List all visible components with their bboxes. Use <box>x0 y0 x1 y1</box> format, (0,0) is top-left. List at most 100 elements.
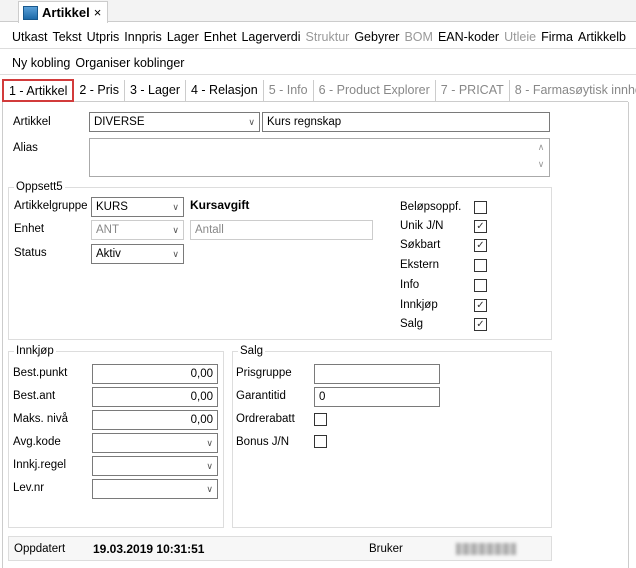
scroll-up-icon[interactable]: ∧ <box>533 139 549 156</box>
tab-3[interactable]: 3 - Lager <box>125 80 186 101</box>
garantitid-input[interactable]: 0 <box>314 387 440 407</box>
innkjop-field-label: Maks. nivå <box>13 413 68 425</box>
checkbox[interactable]: ✓ <box>474 220 487 233</box>
enhet-combo[interactable]: ANT ∨ <box>91 220 184 240</box>
checkbox[interactable] <box>474 279 487 292</box>
check-label: Innkjøp <box>400 299 438 311</box>
toolbar-item-utkast[interactable]: Utkast <box>12 30 47 44</box>
tab-7[interactable]: 7 - PRICAT <box>436 80 510 101</box>
innkjop-field-input[interactable]: ∨ <box>92 433 218 453</box>
alias-scrollbar[interactable]: ∧ ∨ <box>533 139 549 176</box>
ordrerabatt-label: Ordrerabatt <box>236 413 295 425</box>
checkbox[interactable] <box>474 259 487 272</box>
chevron-down-icon: ∨ <box>206 483 213 494</box>
toolbar-primary: Utkast Tekst Utpris Innpris Lager Enhet Lagerv… <box>0 25 636 49</box>
chevron-down-icon: ∨ <box>248 116 255 127</box>
toolbar-item-bom[interactable]: BOM <box>404 30 432 44</box>
prisgruppe-label: Prisgruppe <box>236 367 292 379</box>
tab-8[interactable]: 8 - Farmasøytisk innhold <box>510 80 636 101</box>
tab-1[interactable]: 1 - Artikkel <box>2 79 75 102</box>
checkbox[interactable]: ✓ <box>474 239 487 252</box>
prisgruppe-input[interactable] <box>314 364 440 384</box>
toolbar-item-utleie[interactable]: Utleie <box>504 30 536 44</box>
tab-2[interactable]: 2 - Pris <box>74 80 125 101</box>
innkjop-field-input[interactable]: ∨ <box>92 479 218 499</box>
app-icon <box>23 5 38 20</box>
field-value: 0,00 <box>190 391 213 403</box>
toolbar-item-enhet[interactable]: Enhet <box>204 30 237 44</box>
artikkel-code-value: DIVERSE <box>94 116 145 128</box>
footer-bar: Oppdatert 19.03.2019 10:31:51 Bruker <box>8 536 552 561</box>
toolbar-item-artikkelb[interactable]: Artikkelb <box>578 30 626 44</box>
check-label: Salg <box>400 318 424 330</box>
enhet-description-input[interactable]: Antall <box>190 220 373 240</box>
innkjop-field-label: Best.ant <box>13 390 56 402</box>
checkbox[interactable]: ✓ <box>474 318 487 331</box>
check-label: Ekstern <box>400 259 439 271</box>
document-tab-strip: Artikkel × <box>0 0 636 23</box>
check-label: Unik J/N <box>400 220 444 232</box>
artikkel-code-combo[interactable]: DIVERSE ∨ <box>89 112 260 132</box>
toolbar-item-tekst[interactable]: Tekst <box>52 30 81 44</box>
toolbar-secondary: Ny kobling Organiser koblinger <box>0 51 636 75</box>
toolbar-item-firma[interactable]: Firma <box>541 30 573 44</box>
bruker-value-redacted <box>456 543 516 555</box>
innkjop-field-label: Innkj.regel <box>13 459 67 471</box>
innkjop-field-input[interactable]: 0,00 <box>92 410 218 430</box>
innkjop-field-label: Lev.nr <box>13 482 45 494</box>
chevron-down-icon: ∨ <box>206 460 213 471</box>
innkjop-field-label: Avg.kode <box>13 436 61 448</box>
oppdatert-label: Oppdatert <box>14 543 66 555</box>
alias-textarea[interactable]: ∧ ∨ <box>89 138 550 177</box>
check-label: Info <box>400 279 420 291</box>
status-label: Status <box>14 247 47 259</box>
salg-title: Salg <box>238 345 266 357</box>
innkjop-field-input[interactable]: ∨ <box>92 456 218 476</box>
oppsett-title: Oppsett5 <box>14 181 65 193</box>
artikkelgruppe-label: Artikkelgruppe <box>14 200 88 212</box>
tab-5[interactable]: 5 - Info <box>264 80 314 101</box>
bonus-label: Bonus J/N <box>236 436 290 448</box>
artikkelgruppe-combo[interactable]: KURS ∨ <box>91 197 184 217</box>
innkjop-field-label: Best.punkt <box>13 367 68 379</box>
artikkelgruppe-description: Kursavgift <box>190 198 250 212</box>
document-tab-title: Artikkel <box>42 5 90 20</box>
enhet-label: Enhet <box>14 223 45 235</box>
tab-artikkel-document[interactable]: Artikkel × <box>18 1 109 23</box>
toolbar-item-lagerverdi[interactable]: Lagerverdi <box>241 30 300 44</box>
bonus-checkbox[interactable] <box>314 435 327 448</box>
garantitid-label: Garantitid <box>236 390 286 402</box>
alias-label: Alias <box>13 142 38 154</box>
innkjop-field-input[interactable]: 0,00 <box>92 364 218 384</box>
toolbar-item-gebyrer[interactable]: Gebyrer <box>354 30 399 44</box>
ordrerabatt-checkbox[interactable] <box>314 413 327 426</box>
innkjop-title: Innkjøp <box>14 345 56 357</box>
scroll-down-icon[interactable]: ∨ <box>533 156 549 173</box>
toolbar-item-ean-koder[interactable]: EAN-koder <box>438 30 499 44</box>
chevron-down-icon: ∨ <box>172 248 179 259</box>
oppdatert-value: 19.03.2019 10:31:51 <box>93 542 205 556</box>
tab-6[interactable]: 6 - Product Explorer <box>314 80 436 101</box>
toolbar-item-organiser-koblinger[interactable]: Organiser koblinger <box>75 56 184 70</box>
toolbar-item-utpris[interactable]: Utpris <box>87 30 120 44</box>
field-value: 0,00 <box>190 368 213 380</box>
toolbar-item-lager[interactable]: Lager <box>167 30 199 44</box>
toolbar-item-struktur[interactable]: Struktur <box>306 30 350 44</box>
tab-4[interactable]: 4 - Relasjon <box>186 80 264 101</box>
bruker-label: Bruker <box>369 543 403 555</box>
artikkelgruppe-value: KURS <box>96 201 128 213</box>
close-icon[interactable]: × <box>94 5 102 20</box>
chevron-down-icon: ∨ <box>206 437 213 448</box>
checkbox[interactable] <box>474 201 487 214</box>
status-value: Aktiv <box>96 248 121 260</box>
toolbar-item-ny-kobling[interactable]: Ny kobling <box>12 56 70 70</box>
checkbox[interactable]: ✓ <box>474 299 487 312</box>
toolbar-item-innpris[interactable]: Innpris <box>124 30 162 44</box>
oppsett-group <box>8 187 552 340</box>
artikkel-name-input[interactable]: Kurs regnskap <box>262 112 550 132</box>
innkjop-field-input[interactable]: 0,00 <box>92 387 218 407</box>
status-combo[interactable]: Aktiv ∨ <box>91 244 184 264</box>
check-label: Søkbart <box>400 239 441 251</box>
chevron-down-icon: ∨ <box>172 224 179 235</box>
enhet-value: ANT <box>96 224 119 236</box>
